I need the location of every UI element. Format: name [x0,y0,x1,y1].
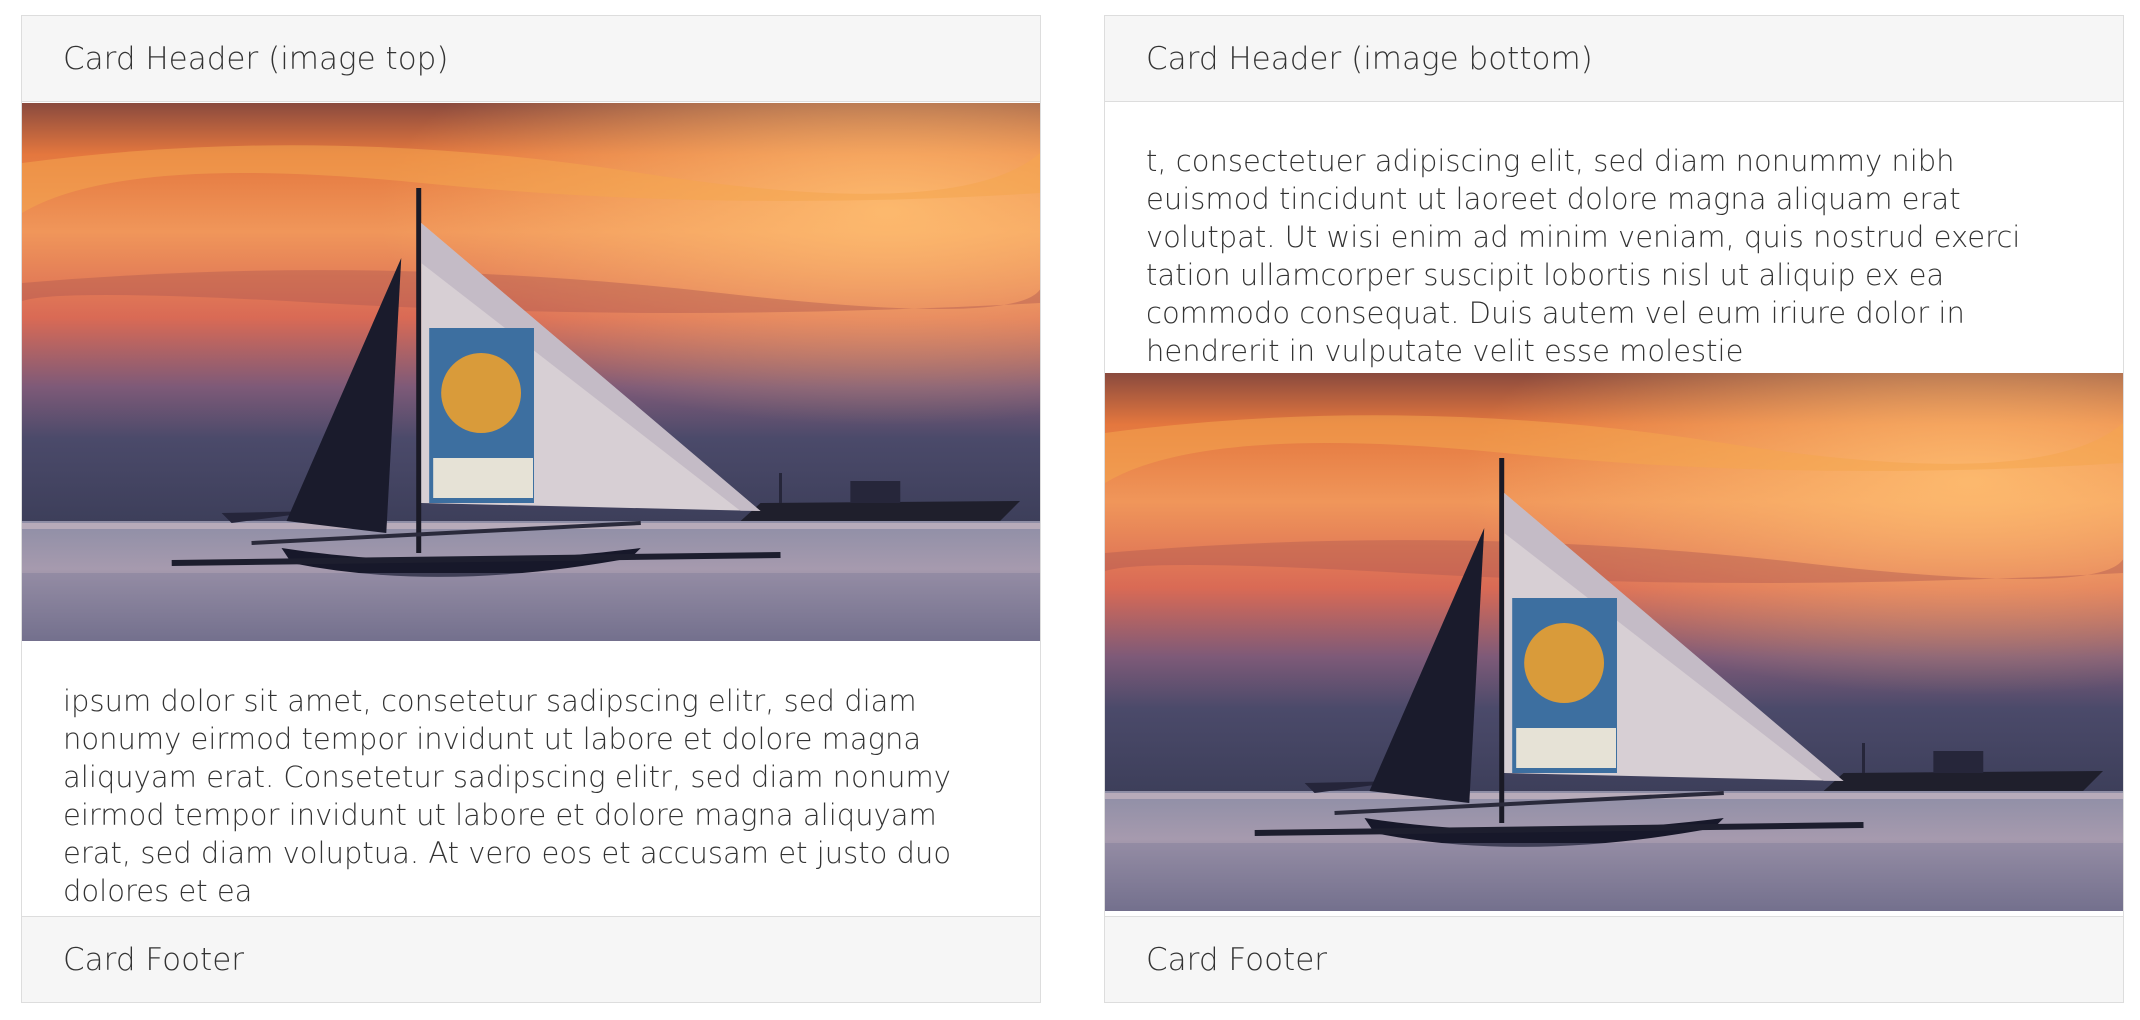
card-text: ipsum dolor sit amet, consetetur sadipsc… [63,684,952,908]
card-header: Card Header (image bottom) [1105,16,2123,102]
card-footer: Card Footer [1105,916,2123,1002]
sailboat-sunset-image [1105,373,2123,911]
sailboat-sunset-image [22,103,1040,641]
card-header: Card Header (image top) [22,16,1040,102]
card-image-bottom: Card Header (image bottom) t, consectetu… [1104,15,2124,1003]
card-image-top: Card Header (image top) ipsum dolor sit … [21,15,1041,1003]
card-text: t, consectetuer adipiscing elit, sed dia… [1146,144,2021,368]
card-footer: Card Footer [22,916,1040,1002]
